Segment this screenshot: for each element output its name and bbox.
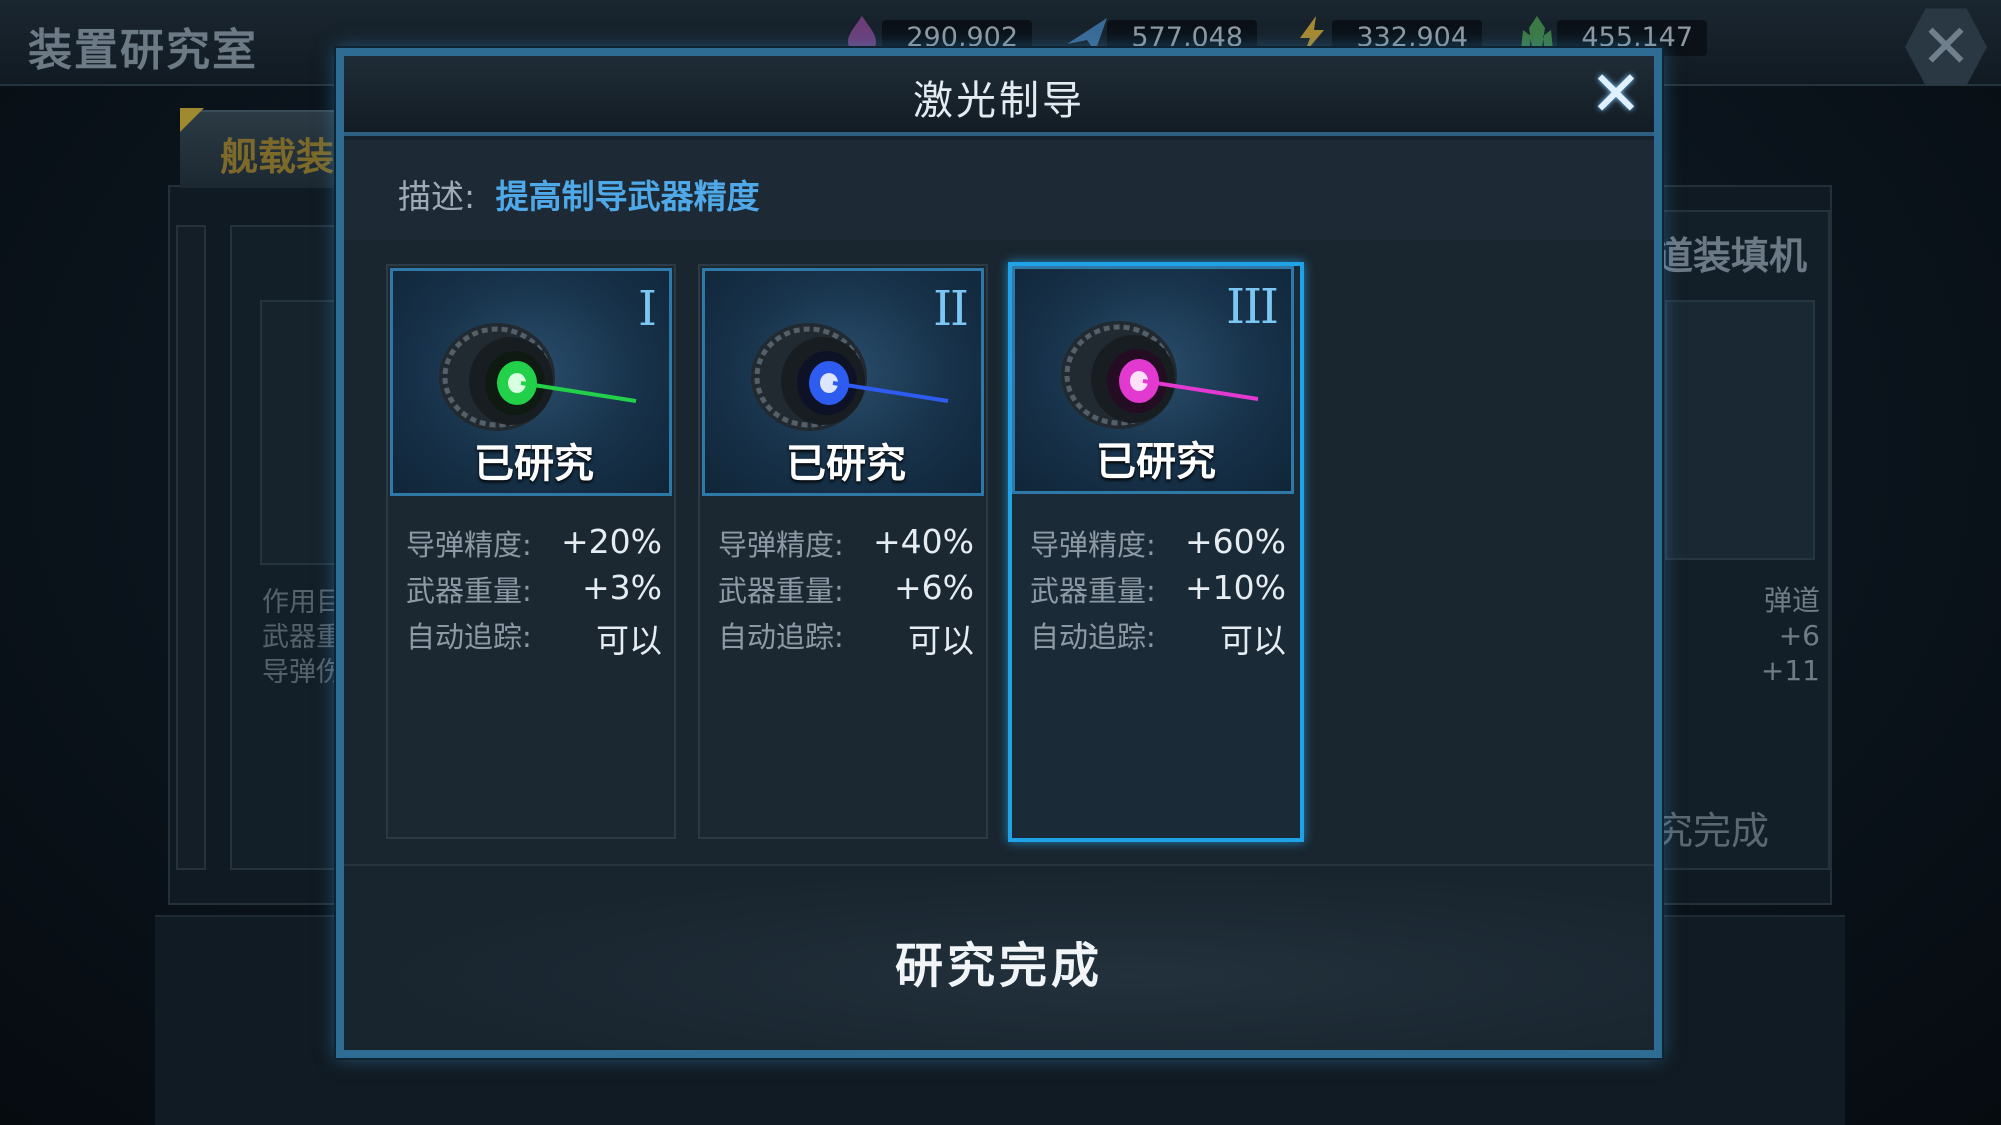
stat-row: 武器重量: +3% (406, 568, 662, 614)
laser-lens-icon (1061, 321, 1259, 429)
card-stats: 导弹精度: +20% 武器重量: +3% 自动追踪: 可以 (406, 522, 662, 660)
research-status: 已研究 (786, 441, 906, 487)
stat-label: 导弹精度: (406, 528, 532, 562)
stat-row: 武器重量: +6% (718, 568, 974, 614)
stat-value: 可以 (1220, 621, 1286, 660)
research-detail-dialog: 激光制导 ✕ 描述: 提高制导武器精度 I 已研究 导弹精度: +20% 武器重… (336, 48, 1662, 1058)
game-screen: 装置研究室 290,902 577,048 332,904 455,147 ✕ (0, 0, 2001, 1125)
background-right-card-status: 究完成 (1655, 809, 1770, 853)
stat-row: 自动追踪: 可以 (406, 614, 662, 660)
loader-machine-image (1665, 300, 1815, 560)
background-right-card-title: 道装填机 (1655, 234, 1808, 278)
stat-value: +6% (893, 568, 974, 607)
stat-row: 导弹精度: +40% (718, 522, 974, 568)
dialog-title: 激光制导 (913, 78, 1085, 124)
description-label: 描述: (398, 177, 476, 216)
card-image: II 已研究 (702, 268, 984, 496)
laser-lens-icon (751, 323, 949, 431)
dialog-footer: 研究完成 (344, 864, 1654, 1050)
stat-value: +60% (1185, 522, 1286, 561)
background-right-stat: 弹道 (1763, 584, 1820, 617)
stat-label: 自动追踪: (718, 620, 844, 654)
research-status: 已研究 (1096, 439, 1216, 485)
stat-row: 自动追踪: 可以 (1030, 614, 1286, 660)
stat-value: +20% (561, 522, 662, 561)
card-stats: 导弹精度: +40% 武器重量: +6% 自动追踪: 可以 (718, 522, 974, 660)
background-left-strip (176, 225, 206, 870)
stat-value: 可以 (908, 621, 974, 660)
stat-value: +10% (1185, 568, 1286, 607)
stat-value: +40% (873, 522, 974, 561)
background-right-stat: +11 (1760, 654, 1820, 687)
close-icon[interactable]: ✕ (1584, 62, 1648, 126)
description-bar: 描述: 提高制导武器精度 (344, 140, 1654, 240)
description-text: 提高制导武器精度 (495, 177, 760, 216)
tier-card-1[interactable]: I 已研究 导弹精度: +20% 武器重量: +3% 自动追踪: 可以 (386, 264, 676, 839)
research-complete-label: 研究完成 (894, 938, 1103, 994)
stat-label: 导弹精度: (718, 528, 844, 562)
tab-shipborne[interactable]: 舰载装 (180, 110, 350, 188)
background-left-card-text: 作用目 武器重 导弹伤 (262, 585, 343, 690)
tier-card-3[interactable]: III 已研究 导弹精度: +60% 武器重量: +10% 自动追踪: 可以 (1008, 262, 1304, 842)
card-image: III 已研究 (1012, 266, 1294, 494)
background-right-card-stats: 弹道 +6 +11 (1740, 583, 1820, 688)
research-status: 已研究 (474, 441, 594, 487)
tier-card-2[interactable]: II 已研究 导弹精度: +40% 武器重量: +6% 自动追踪: 可以 (698, 264, 988, 839)
background-left-line: 导弹伤 (262, 657, 343, 688)
stat-row: 导弹精度: +20% (406, 522, 662, 568)
card-image: I 已研究 (390, 268, 672, 496)
laser-lens-icon (439, 323, 637, 431)
dialog-header: 激光制导 ✕ (344, 56, 1654, 136)
stat-value: +3% (581, 568, 662, 607)
stat-label: 导弹精度: (1030, 528, 1156, 562)
card-stats: 导弹精度: +60% 武器重量: +10% 自动追踪: 可以 (1030, 522, 1286, 660)
stat-label: 武器重量: (718, 574, 844, 608)
stat-row: 自动追踪: 可以 (718, 614, 974, 660)
stat-row: 武器重量: +10% (1030, 568, 1286, 614)
tab-marker-icon (180, 108, 204, 132)
screen-title: 装置研究室 (28, 25, 258, 76)
stat-value: 可以 (596, 621, 662, 660)
stat-label: 武器重量: (1030, 574, 1156, 608)
background-left-line: 武器重 (262, 622, 343, 653)
stat-label: 自动追踪: (1030, 620, 1156, 654)
stat-label: 武器重量: (406, 574, 532, 608)
background-right-stat: +6 (1778, 619, 1820, 652)
stat-label: 自动追踪: (406, 620, 532, 654)
stat-row: 导弹精度: +60% (1030, 522, 1286, 568)
background-left-line: 作用目 (262, 587, 343, 618)
